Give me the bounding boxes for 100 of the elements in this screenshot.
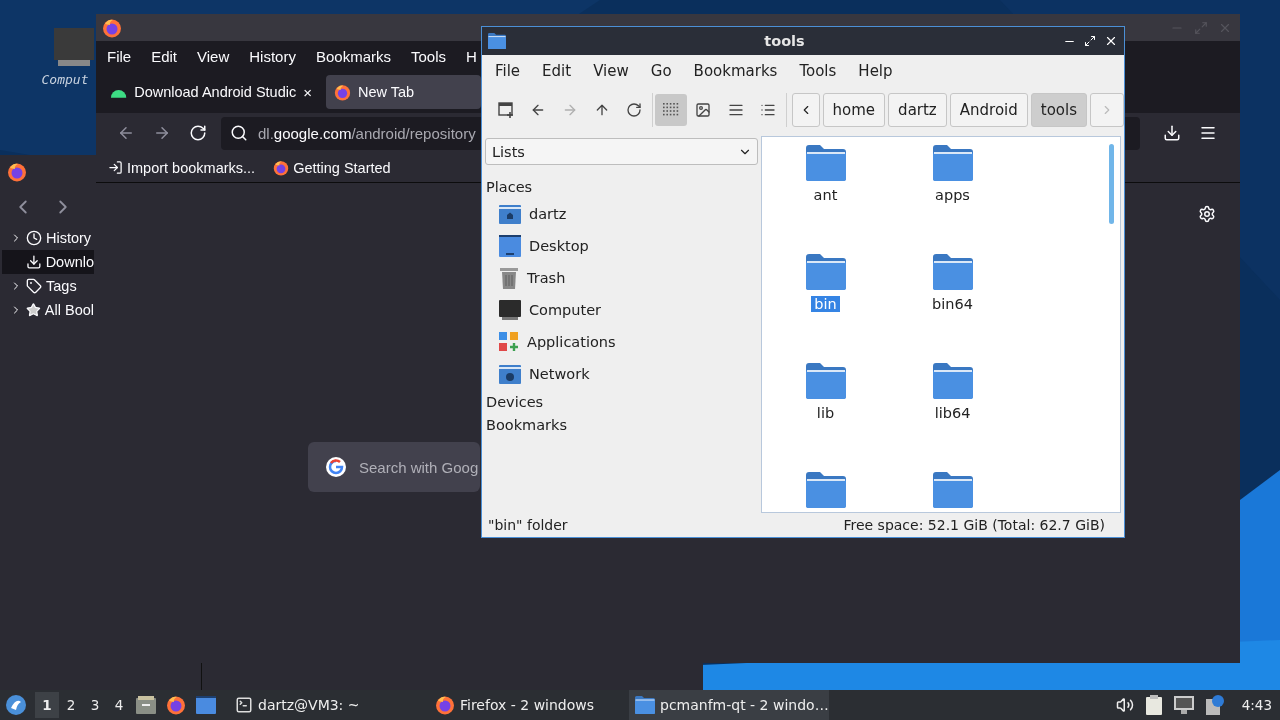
folder-icon — [488, 32, 506, 50]
section-title[interactable]: Devices — [485, 390, 758, 413]
file-name[interactable]: bin — [811, 296, 840, 312]
reload-icon[interactable] — [189, 124, 207, 142]
menu-item[interactable]: Help — [858, 62, 893, 80]
desktop-icon — [499, 235, 521, 257]
menu-item[interactable]: Bookmarks — [693, 62, 778, 80]
firefox-icon — [435, 695, 455, 715]
start-menu-icon[interactable] — [5, 694, 27, 716]
folder-icon — [932, 254, 973, 290]
file-manager-icon[interactable] — [136, 696, 156, 714]
bookmark-link[interactable]: Getting Started — [273, 159, 391, 176]
scrollbar-thumb[interactable] — [1109, 144, 1114, 224]
path-button[interactable]: tools — [1030, 93, 1087, 127]
folder-icon — [932, 145, 973, 181]
status-text: "bin" folder — [488, 517, 568, 533]
folder-graphic — [805, 472, 846, 508]
close-icon[interactable] — [1104, 34, 1118, 48]
folder-graphic — [932, 472, 973, 508]
workspace-button[interactable]: 1 — [35, 692, 59, 718]
menu-item[interactable]: Tools — [799, 62, 837, 80]
side-pane-mode-dropdown[interactable]: Lists — [485, 138, 758, 165]
list-view-icon — [759, 102, 776, 118]
folder-icon[interactable] — [805, 472, 846, 508]
menu-item[interactable]: View — [593, 62, 629, 80]
firefox-icon — [166, 695, 186, 715]
menu-item[interactable]: Edit — [151, 47, 178, 65]
place-item[interactable]: Computer — [485, 294, 758, 326]
firefox-icon — [7, 161, 27, 182]
workspace-button[interactable]: 4 — [107, 692, 131, 718]
menu-item[interactable]: Bookmarks — [315, 47, 391, 65]
import-icon — [108, 160, 123, 175]
menu-item[interactable]: View — [197, 47, 230, 65]
place-item[interactable]: Desktop — [485, 230, 758, 262]
forward-icon[interactable] — [153, 124, 171, 142]
file-name[interactable]: lib — [813, 405, 838, 421]
folder-icon[interactable] — [932, 472, 973, 508]
place-item[interactable]: Trash — [485, 262, 758, 294]
download-icon[interactable] — [1163, 124, 1181, 142]
search-field[interactable]: Search with Goog — [308, 442, 480, 492]
back-icon[interactable] — [117, 124, 135, 142]
browser-tab[interactable]: Download Android Studic × — [102, 75, 320, 109]
tree-item[interactable]: Tags — [2, 274, 94, 298]
section-title[interactable]: Bookmarks — [485, 413, 758, 436]
tab-close-button[interactable]: × — [303, 83, 312, 101]
folder-icon — [805, 254, 846, 290]
tree-item[interactable]: History — [2, 226, 94, 250]
path-button[interactable]: dartz — [888, 93, 947, 127]
taskbar-task[interactable]: pcmanfm-qt - 2 windo… — [629, 690, 829, 720]
file-name[interactable]: ant — [810, 187, 841, 203]
clock-icon — [26, 230, 42, 246]
menu-item[interactable]: Tools — [411, 47, 446, 65]
menu-icon[interactable] — [1199, 124, 1217, 142]
tree-item[interactable]: All Bool — [2, 298, 94, 322]
menu-item[interactable]: H — [466, 47, 477, 65]
file-name[interactable]: apps — [932, 187, 973, 203]
workspace-button[interactable]: 2 — [59, 692, 83, 718]
place-item[interactable]: dartz — [485, 198, 758, 230]
taskbar-task[interactable]: Firefox - 2 windows — [429, 690, 629, 720]
window-title: tools — [764, 33, 805, 49]
maximize-icon[interactable] — [1084, 35, 1096, 47]
place-item[interactable]: Applications — [485, 326, 758, 358]
computer-icon — [499, 300, 521, 320]
path-button[interactable]: Android — [949, 93, 1028, 127]
menu-item[interactable]: File — [495, 62, 521, 80]
desktop-icon-label: Comput — [41, 72, 89, 87]
view-mode-button[interactable] — [655, 94, 688, 126]
folder-icon — [805, 363, 846, 399]
icon-view-icon — [663, 103, 680, 117]
file-name[interactable]: lib64 — [931, 405, 974, 421]
workspace-button[interactable]: 3 — [83, 692, 107, 718]
free-space-text: Free space: 52.1 GiB (Total: 62.7 GiB) — [843, 517, 1105, 533]
volume-icon[interactable] — [1115, 696, 1134, 714]
network-folder-icon — [499, 364, 521, 384]
section-title[interactable]: Places — [485, 175, 758, 198]
desktop-icon[interactable] — [196, 696, 216, 714]
browser-tab[interactable]: New Tab — [326, 75, 481, 109]
google-icon — [325, 456, 347, 478]
menu-item[interactable]: File — [107, 47, 132, 65]
settings-icon[interactable] — [1198, 205, 1216, 223]
trash-icon — [499, 267, 519, 289]
firefox-icon — [102, 17, 122, 38]
file-name[interactable]: bin64 — [929, 296, 976, 312]
menu-item[interactable]: Edit — [542, 62, 572, 80]
path-button[interactable]: home — [822, 93, 886, 127]
menu-item[interactable]: History — [249, 47, 296, 65]
new-window-icon[interactable] — [498, 102, 515, 118]
reload-icon[interactable] — [626, 102, 643, 118]
network-icon[interactable] — [1173, 696, 1194, 714]
taskbar-task[interactable]: dartz@VM3: ~ — [229, 690, 429, 720]
place-item[interactable]: Network — [485, 358, 758, 390]
clipboard-icon[interactable] — [1145, 695, 1162, 715]
menu-item[interactable]: Go — [650, 62, 672, 80]
firefox-icon — [334, 83, 351, 101]
bookmark-link[interactable]: Import bookmarks... — [108, 159, 256, 176]
compact-view-icon — [727, 102, 744, 118]
notification-icon[interactable] — [1205, 695, 1224, 715]
tag-icon — [26, 278, 42, 294]
tree-item[interactable]: Downlo — [2, 250, 94, 274]
folder-icon — [805, 145, 846, 181]
